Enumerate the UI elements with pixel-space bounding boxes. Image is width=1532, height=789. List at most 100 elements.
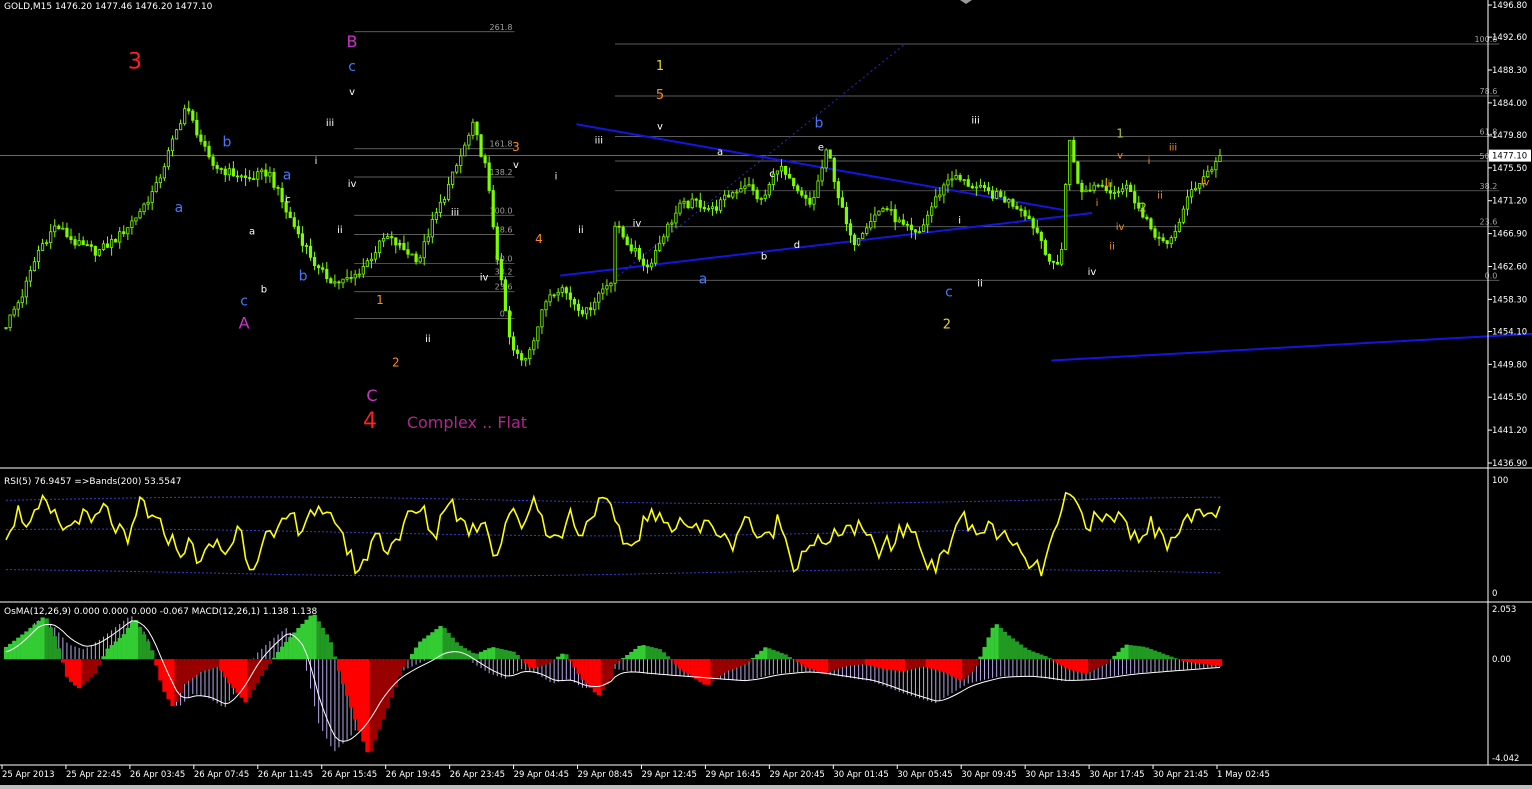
osma-bar (828, 659, 833, 672)
price-tick-label: 1496.80 (1492, 1, 1527, 11)
osma-bar (207, 659, 212, 670)
osma-bar (345, 659, 350, 696)
macd-tick-label: -4.042 (1492, 754, 1519, 764)
wave-label: iv (633, 219, 642, 230)
macd-tick-label: 0.00 (1492, 655, 1511, 665)
osma-bar (974, 659, 979, 667)
osma-bar (271, 657, 277, 660)
wave-label: iii (1105, 179, 1113, 190)
wave-label: ii (425, 334, 431, 345)
wave-label: c (285, 194, 291, 205)
osma-bar (1088, 659, 1093, 673)
wave-label: 5 (656, 88, 664, 103)
osma-bar (40, 617, 45, 660)
osma-bar (1055, 659, 1060, 664)
osma-bar (1169, 656, 1174, 660)
osma-bar (751, 657, 756, 660)
osma-bar (263, 659, 269, 670)
price-tick-label: 1454.10 (1492, 327, 1527, 337)
wave-label: v (1117, 151, 1123, 162)
rsi-tick-label: 0 (1492, 589, 1497, 599)
osma-bar (105, 648, 110, 660)
wave-label: 2 (1139, 200, 1147, 214)
osma-bar (288, 637, 293, 660)
osma-bar (4, 646, 9, 660)
osma-bar (856, 659, 861, 665)
osma-bar (312, 614, 317, 660)
osma-bar (324, 634, 329, 660)
time-tick-label: 29 Apr 20:45 (769, 770, 824, 780)
osma-bar (1100, 659, 1105, 667)
wave-label: ii (977, 278, 983, 289)
osma-bar (990, 627, 995, 660)
osma-bar (211, 659, 216, 669)
price-tick-label: 1466.90 (1492, 230, 1527, 240)
osma-bar (994, 624, 999, 660)
osma-bar (844, 659, 849, 667)
osma-bar (194, 659, 200, 675)
wave-label: b (222, 134, 231, 150)
wave-label: ii (1157, 190, 1163, 201)
osma-bar (1136, 646, 1141, 660)
wave-label: v (349, 87, 355, 98)
osma-bar (227, 659, 232, 684)
time-tick-label: 26 Apr 15:45 (322, 770, 377, 780)
osma-bar (1075, 659, 1081, 672)
osma-bar (807, 659, 813, 669)
osma-bar (933, 659, 938, 670)
wave-label: v (657, 122, 663, 133)
osma-bar (64, 659, 70, 677)
osma-bar (60, 659, 66, 663)
osma-bar (422, 638, 427, 660)
osma-bar (791, 659, 796, 660)
osma-bar (730, 659, 735, 670)
osma-bar (1043, 656, 1048, 660)
osma-bar (251, 659, 256, 691)
osma-bar (1132, 645, 1137, 660)
osma-bar (503, 649, 508, 660)
osma-bar (787, 656, 792, 660)
osma-bar (24, 631, 29, 660)
osma-bar (722, 659, 727, 673)
rsi-header: RSI(5) 76.9457 =>Bands(200) 53.5547 (4, 477, 181, 487)
osma-bar (665, 656, 671, 660)
osma-bar (1027, 649, 1032, 660)
macd-header: OsMA(12,26,9) 0.000 0.000 0.000 -0.067 M… (4, 607, 318, 617)
osma-bar (543, 659, 549, 665)
wave-label: A (239, 313, 250, 332)
osma-bar (1148, 649, 1154, 660)
time-tick-label: 25 Apr 2013 (2, 770, 55, 780)
osma-bar (357, 659, 362, 731)
wave-label: a (717, 147, 723, 158)
osma-bar (799, 659, 805, 665)
wave-label: c (769, 169, 775, 180)
osma-bar (1047, 658, 1052, 660)
osma-bar (1092, 659, 1097, 671)
osma-bar (405, 659, 411, 661)
wave-label: 2 (943, 317, 951, 332)
osma-bar (1193, 659, 1198, 663)
osma-bar (649, 647, 654, 660)
osma-bar (454, 642, 459, 660)
wave-label: 4 (363, 409, 377, 434)
osma-bar (706, 659, 711, 685)
osma-bar (373, 659, 378, 741)
candle (877, 210, 881, 216)
osma-bar (929, 659, 934, 669)
osma-bar (81, 659, 86, 685)
time-tick-label: 26 Apr 23:45 (450, 770, 505, 780)
osma-bar (446, 632, 451, 660)
osma-bar (182, 659, 187, 684)
osma-bar (1165, 655, 1170, 660)
osma-bar (840, 659, 845, 668)
osma-bar (698, 659, 703, 682)
wave-label: iv (348, 179, 357, 190)
osma-bar (913, 659, 918, 669)
candle (491, 184, 495, 230)
wave-label: 1 (376, 293, 384, 307)
osma-bar (137, 627, 143, 660)
osma-bar (48, 627, 53, 660)
osma-bar (868, 659, 874, 666)
osma-bar (864, 659, 869, 665)
osma-bar (682, 659, 687, 672)
